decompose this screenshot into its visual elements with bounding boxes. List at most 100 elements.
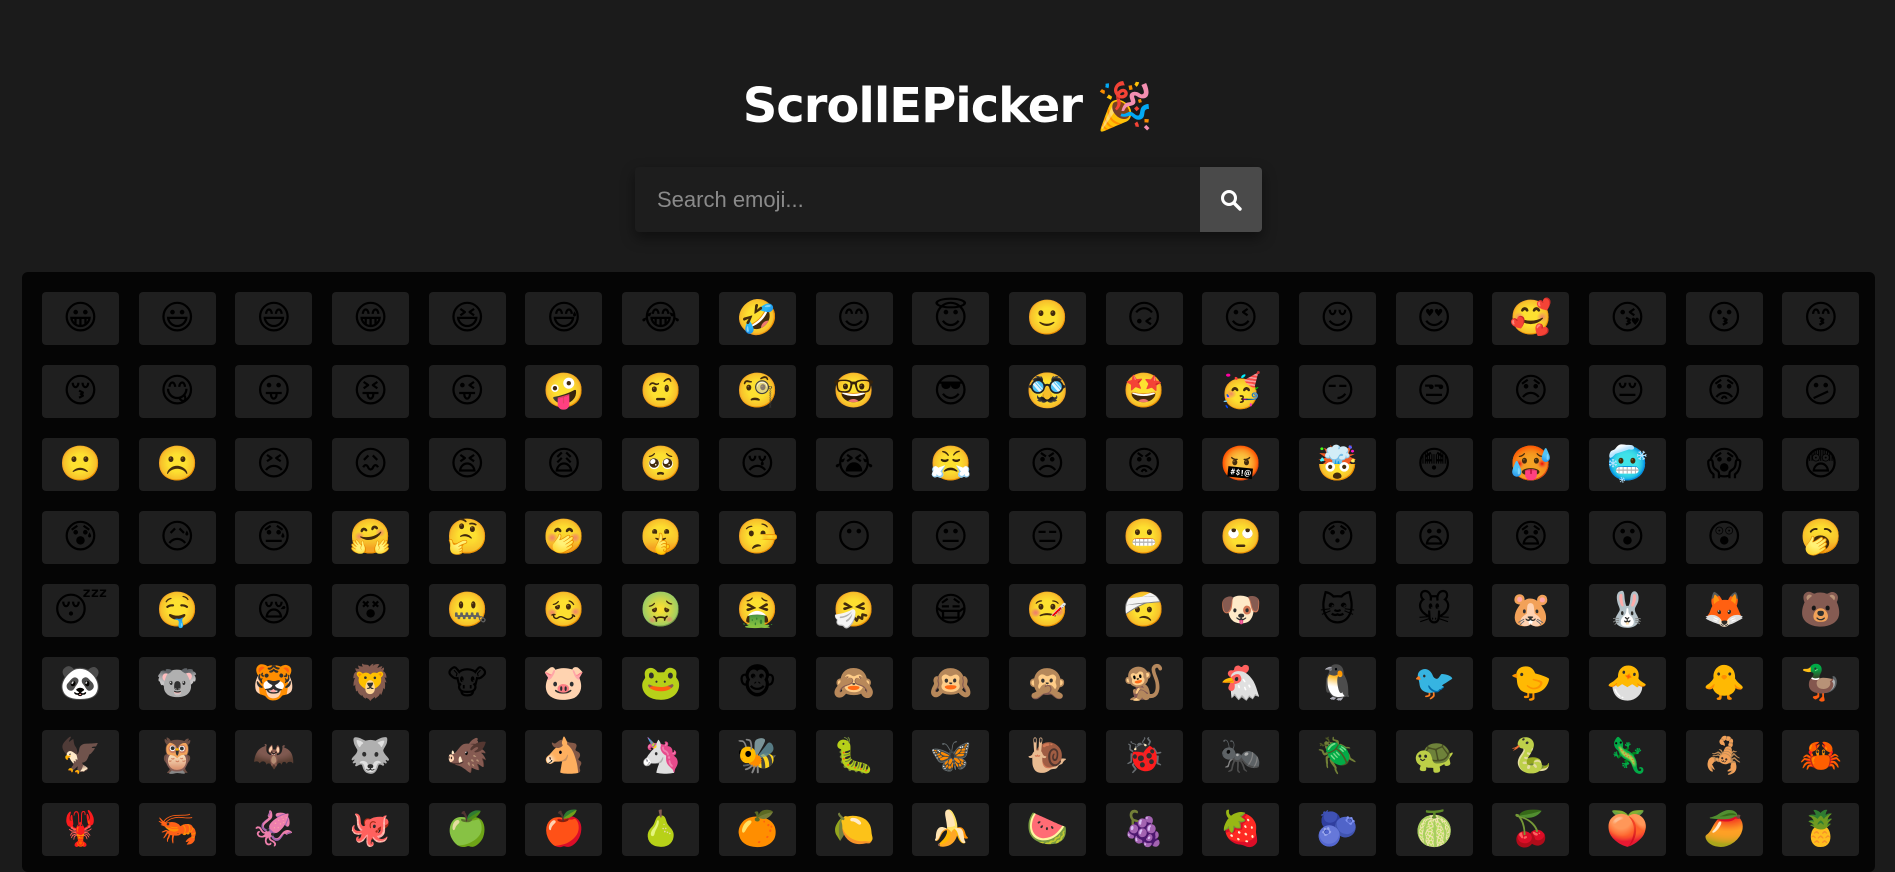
- emoji-cell[interactable]: 😴: [42, 584, 119, 637]
- emoji-cell[interactable]: 🫐: [1298, 803, 1376, 856]
- emoji-cell[interactable]: 🍏: [428, 803, 506, 856]
- search-button[interactable]: [1200, 167, 1262, 232]
- emoji-cell[interactable]: 😁: [332, 292, 410, 345]
- emoji-cell[interactable]: 😡: [1105, 438, 1183, 491]
- emoji-cell[interactable]: 🥵: [1492, 438, 1570, 491]
- emoji-cell[interactable]: 🐔: [1202, 657, 1280, 710]
- emoji-cell[interactable]: 😷: [912, 584, 990, 637]
- emoji-cell[interactable]: 😆: [428, 292, 506, 345]
- emoji-cell[interactable]: 😭: [815, 438, 893, 491]
- emoji-cell[interactable]: 🐱: [1298, 584, 1376, 637]
- search-input[interactable]: [635, 167, 1200, 232]
- emoji-cell[interactable]: 🍒: [1492, 803, 1570, 856]
- emoji-cell[interactable]: 😜: [428, 365, 506, 418]
- emoji-cell[interactable]: 🤐: [428, 584, 506, 637]
- emoji-cell[interactable]: 🐮: [428, 657, 506, 710]
- emoji-cell[interactable]: 🍊: [718, 803, 796, 856]
- emoji-cell[interactable]: 🥳: [1202, 365, 1280, 418]
- emoji-cell[interactable]: 😤: [912, 438, 990, 491]
- emoji-cell[interactable]: 🐴: [525, 730, 603, 783]
- emoji-cell[interactable]: 😦: [1395, 511, 1473, 564]
- emoji-cell[interactable]: 🧐: [718, 365, 796, 418]
- emoji-cell[interactable]: 🦞: [42, 803, 119, 856]
- emoji-cell[interactable]: 🤭: [525, 511, 603, 564]
- emoji-cell[interactable]: 🐶: [1202, 584, 1280, 637]
- emoji-cell[interactable]: 🐺: [332, 730, 410, 783]
- emoji-cell[interactable]: 🦑: [235, 803, 313, 856]
- emoji-cell[interactable]: 🥺: [622, 438, 700, 491]
- emoji-cell[interactable]: 🦄: [622, 730, 700, 783]
- emoji-cell[interactable]: 😃: [138, 292, 216, 345]
- emoji-cell[interactable]: 😔: [1589, 365, 1666, 418]
- emoji-cell[interactable]: 🤩: [1105, 365, 1183, 418]
- emoji-grid-panel[interactable]: 😀 😃 😄 😁 😆 😅 😂 🤣 😊 😇 🙂 🙃 😉 😌 😍 🥰 😘 😗 😙 😚 😋 😛 😝 😜 🤪 🤨 🧐 🤓 😎 🥸 🤩 🥳 😏 😒 😞 😔 😟 😕 🙁 ☹…: [22, 272, 1875, 872]
- emoji-cell[interactable]: 🐣: [1589, 657, 1666, 710]
- emoji-cell[interactable]: 😛: [235, 365, 313, 418]
- emoji-cell[interactable]: 🥸: [1008, 365, 1086, 418]
- emoji-cell[interactable]: 🦂: [1685, 730, 1763, 783]
- emoji-cell[interactable]: 🐥: [1685, 657, 1763, 710]
- emoji-cell[interactable]: 🐒: [1105, 657, 1183, 710]
- emoji-cell[interactable]: 🐸: [622, 657, 700, 710]
- emoji-cell[interactable]: 😧: [1492, 511, 1570, 564]
- emoji-cell[interactable]: 😘: [1589, 292, 1666, 345]
- emoji-cell[interactable]: 🥰: [1492, 292, 1570, 345]
- emoji-cell[interactable]: 😖: [332, 438, 410, 491]
- emoji-cell[interactable]: 🥴: [525, 584, 603, 637]
- emoji-cell[interactable]: 🤫: [622, 511, 700, 564]
- emoji-cell[interactable]: 😇: [912, 292, 990, 345]
- emoji-cell[interactable]: 😀: [42, 292, 119, 345]
- emoji-cell[interactable]: 😅: [525, 292, 603, 345]
- emoji-cell[interactable]: 😱: [1685, 438, 1763, 491]
- emoji-cell[interactable]: 🪲: [1298, 730, 1376, 783]
- emoji-cell[interactable]: 🤮: [718, 584, 796, 637]
- emoji-cell[interactable]: 😣: [235, 438, 313, 491]
- emoji-cell[interactable]: 🙃: [1105, 292, 1183, 345]
- emoji-cell[interactable]: 🤕: [1105, 584, 1183, 637]
- emoji-cell[interactable]: 🍈: [1395, 803, 1473, 856]
- emoji-cell[interactable]: 😠: [1008, 438, 1086, 491]
- emoji-cell[interactable]: 🤧: [815, 584, 893, 637]
- emoji-cell[interactable]: 🦀: [1782, 730, 1860, 783]
- emoji-cell[interactable]: 🐞: [1105, 730, 1183, 783]
- emoji-cell[interactable]: 😢: [718, 438, 796, 491]
- emoji-cell[interactable]: ☹️: [138, 438, 216, 491]
- emoji-cell[interactable]: 🙄: [1202, 511, 1280, 564]
- emoji-cell[interactable]: 🍉: [1008, 803, 1086, 856]
- emoji-cell[interactable]: 🤨: [622, 365, 700, 418]
- emoji-cell[interactable]: 😍: [1395, 292, 1473, 345]
- emoji-cell[interactable]: 🤓: [815, 365, 893, 418]
- emoji-cell[interactable]: 😉: [1202, 292, 1280, 345]
- emoji-cell[interactable]: 😑: [1008, 511, 1086, 564]
- emoji-cell[interactable]: 🤤: [138, 584, 216, 637]
- emoji-cell[interactable]: 🐻: [1782, 584, 1860, 637]
- emoji-cell[interactable]: 🐧: [1298, 657, 1376, 710]
- emoji-cell[interactable]: 🦉: [138, 730, 216, 783]
- emoji-cell[interactable]: 🐷: [525, 657, 603, 710]
- emoji-cell[interactable]: 🍓: [1202, 803, 1280, 856]
- emoji-cell[interactable]: 😶: [815, 511, 893, 564]
- emoji-cell[interactable]: 🐢: [1395, 730, 1473, 783]
- emoji-cell[interactable]: 😓: [235, 511, 313, 564]
- emoji-cell[interactable]: 🐼: [42, 657, 119, 710]
- emoji-cell[interactable]: 🐍: [1492, 730, 1570, 783]
- emoji-cell[interactable]: 😏: [1298, 365, 1376, 418]
- emoji-cell[interactable]: 🙂: [1008, 292, 1086, 345]
- emoji-cell[interactable]: 😊: [815, 292, 893, 345]
- emoji-cell[interactable]: 🙁: [42, 438, 119, 491]
- emoji-cell[interactable]: 🥱: [1782, 511, 1860, 564]
- emoji-cell[interactable]: 🍑: [1589, 803, 1666, 856]
- emoji-cell[interactable]: 🍐: [622, 803, 700, 856]
- emoji-cell[interactable]: 🐗: [428, 730, 506, 783]
- emoji-cell[interactable]: 🐰: [1589, 584, 1666, 637]
- emoji-cell[interactable]: 🍍: [1782, 803, 1860, 856]
- emoji-cell[interactable]: 🍇: [1105, 803, 1183, 856]
- emoji-cell[interactable]: 😵: [332, 584, 410, 637]
- emoji-cell[interactable]: 😐: [912, 511, 990, 564]
- emoji-cell[interactable]: 🍌: [912, 803, 990, 856]
- emoji-cell[interactable]: 🍎: [525, 803, 603, 856]
- emoji-cell[interactable]: 😫: [428, 438, 506, 491]
- emoji-cell[interactable]: 🦐: [138, 803, 216, 856]
- emoji-cell[interactable]: 😳: [1395, 438, 1473, 491]
- emoji-cell[interactable]: 🐹: [1492, 584, 1570, 637]
